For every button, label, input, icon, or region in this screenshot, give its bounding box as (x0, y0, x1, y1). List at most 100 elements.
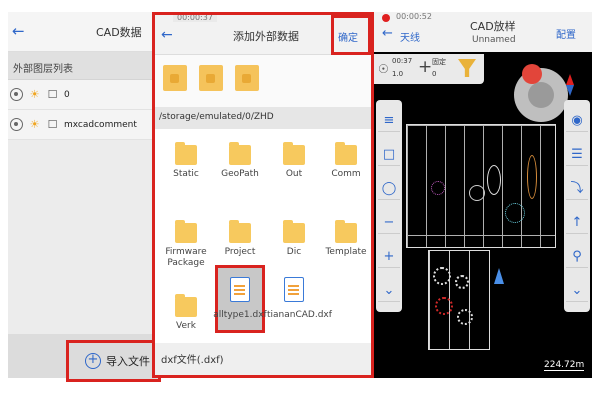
chevron-down-icon[interactable]: ⌄ (566, 280, 588, 302)
folder-icon (335, 142, 357, 165)
chevron-down-icon[interactable]: ⌄ (378, 280, 400, 302)
eye-icon[interactable] (10, 88, 23, 101)
folder-item[interactable]: GeoPath (213, 142, 267, 180)
satellite-icon: ☉ (378, 62, 389, 76)
drawing-shape (455, 275, 469, 289)
folder-item[interactable]: Firmware Package (159, 220, 213, 269)
quick-folder-bar (155, 55, 371, 107)
drawing-shape (435, 297, 453, 315)
plus-circle-icon: + (85, 353, 101, 369)
current-path: /storage/emulated/0/ZHD (155, 107, 371, 129)
recording-timer: 00:00:52 (396, 12, 432, 21)
left-toolbar: ≡ □ ◯ − + ⌄ (376, 100, 402, 312)
sun-icon[interactable]: ☀ (28, 118, 41, 131)
filter-icon[interactable] (458, 59, 476, 77)
folder-item[interactable]: Dic (267, 220, 321, 258)
lock-icon[interactable]: ☐ (46, 88, 59, 101)
right-toolbar: ◉ ☰ ⤵ ↑ ⚲ ⌄ (564, 100, 590, 312)
folder-label: Firmware Package (165, 247, 207, 268)
fix-status: 固定 (432, 58, 446, 66)
config-button[interactable]: 配置 (556, 26, 576, 41)
file-browser-header: 00:00:37 ← 添加外部数据 确定 (155, 15, 371, 55)
layers-icon[interactable]: ≡ (378, 110, 400, 132)
dxf-file-icon (230, 277, 250, 302)
back-arrow-icon[interactable]: ← (382, 26, 393, 41)
page-title: CAD放样 (470, 20, 516, 33)
back-arrow-icon[interactable]: ← (161, 27, 173, 43)
stakeout-header: 00:00:52 ← 天线 CAD放样 Unnamed 配置 (374, 12, 592, 52)
antenna-button[interactable]: 天线 (400, 29, 420, 44)
cad-drawing-sheet (406, 124, 556, 248)
file-label: tiananCAD.dxf (267, 310, 332, 320)
folder-item[interactable]: Project (213, 220, 267, 258)
folder-icon (283, 220, 305, 243)
layer-row[interactable]: ☀ ☐ 0 (8, 80, 153, 110)
confirm-button[interactable]: 确定 (331, 15, 371, 55)
back-arrow-icon[interactable]: ← (12, 22, 25, 40)
file-item-selected[interactable]: alltype1.dxf (213, 277, 267, 321)
add-external-data-panel: 00:00:37 ← 添加外部数据 确定 /storage/emulated/0… (152, 12, 374, 378)
layer-list-heading: 外部图层列表 (8, 52, 153, 80)
layer-row[interactable]: ☀ ☐ mxcadcomment (8, 110, 153, 140)
point-tool-icon[interactable]: ↑ (566, 212, 588, 234)
position-marker-icon (522, 64, 542, 84)
folder-item[interactable]: Comm (319, 142, 371, 180)
cad-data-header: ← CAD数据 (8, 12, 153, 52)
stakeout-point-icon[interactable]: ◉ (566, 110, 588, 132)
zoom-in-icon[interactable]: + (378, 246, 400, 268)
folder-icon (283, 142, 305, 165)
folder-label: Out (285, 169, 303, 179)
location-pin-icon[interactable]: ⚲ (566, 246, 588, 268)
folder-icon (175, 294, 197, 317)
current-location-arrow-icon (494, 268, 504, 284)
file-item[interactable]: tiananCAD.dxf (267, 277, 332, 321)
cad-stakeout-panel: 00:00:52 ← 天线 CAD放样 Unnamed 配置 ☉ 00:37 1… (374, 12, 592, 378)
folder-icon (175, 142, 197, 165)
cad-data-panel: ← CAD数据 外部图层列表 ☀ ☐ 0 ☀ ☐ mxcadcomment + … (8, 12, 161, 382)
satellite-value: 1.0 (392, 70, 404, 78)
drawing-shape (469, 185, 485, 201)
drawing-shape (457, 309, 473, 325)
line-tool-icon[interactable]: ⤵ (566, 178, 588, 200)
folder-item[interactable]: Verk (159, 294, 213, 332)
folder-shortcut-icon[interactable] (199, 65, 223, 91)
layer-name: 0 (64, 89, 70, 100)
sun-icon[interactable]: ☀ (28, 88, 41, 101)
folder-label: Comm (331, 169, 361, 179)
file-type-filter[interactable]: dxf文件(.dxf) (155, 343, 371, 375)
folder-item[interactable]: Template (319, 220, 371, 258)
folder-icon (335, 220, 357, 243)
folder-label: Static (173, 169, 199, 179)
dxf-file-icon (284, 277, 304, 302)
layer-name: mxcadcomment (64, 119, 137, 130)
folder-icon (229, 220, 251, 243)
stack-icon[interactable]: ☰ (566, 144, 588, 166)
folder-item[interactable]: Static (159, 142, 213, 180)
folder-icon (229, 142, 251, 165)
zoom-out-icon[interactable]: − (378, 212, 400, 234)
zoom-extent-icon[interactable]: □ (378, 144, 400, 166)
eye-icon[interactable] (10, 118, 23, 131)
recording-timer: 00:00:37 (173, 15, 217, 22)
satellite-count: 00:37 (392, 57, 413, 65)
folder-label: Dic (286, 247, 302, 257)
import-file-button[interactable]: + 导入文件 (66, 340, 161, 382)
drawing-shape (433, 267, 451, 285)
page-title: 添加外部数据 (233, 30, 299, 43)
folder-label: Project (224, 247, 256, 257)
folder-shortcut-icon[interactable] (235, 65, 259, 91)
drawing-shape (487, 165, 501, 195)
globe-icon[interactable]: ◯ (378, 178, 400, 200)
screenshot-collage: ← CAD数据 外部图层列表 ☀ ☐ 0 ☀ ☐ mxcadcomment + … (0, 0, 600, 400)
folder-label: GeoPath (221, 169, 259, 179)
drawing-shape (431, 181, 445, 195)
folder-label: Verk (176, 321, 196, 331)
map-scale: 224.72m (544, 360, 585, 371)
folder-item[interactable]: Out (267, 142, 321, 180)
folder-label: Template (325, 247, 367, 257)
status-bar: ☉ 00:37 1.0 + 固定 0 (374, 54, 484, 84)
lock-icon[interactable]: ☐ (46, 118, 59, 131)
page-title: CAD数据 (96, 26, 142, 39)
drawing-shape (505, 203, 525, 223)
folder-shortcut-icon[interactable] (163, 65, 187, 91)
